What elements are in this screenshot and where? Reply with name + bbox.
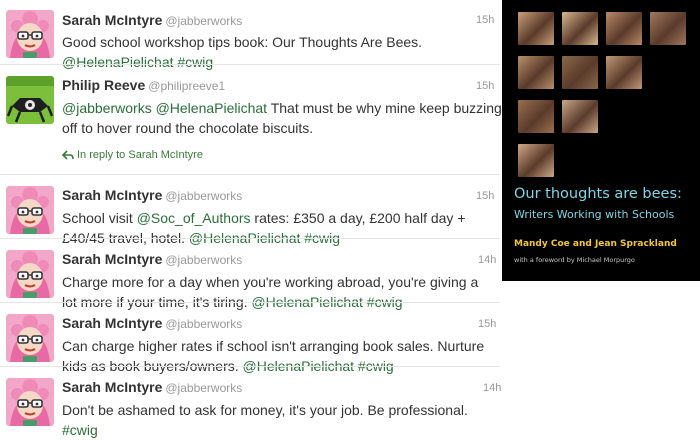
avatar[interactable] xyxy=(6,314,54,362)
timestamp[interactable]: 15h xyxy=(476,80,494,92)
tweet-text-segment: Good school workshop tips book: Our Thou… xyxy=(62,34,423,50)
hashtag-link[interactable]: #cwig xyxy=(62,422,98,438)
in-reply-to-link[interactable]: In reply to Sarah McIntyre xyxy=(61,149,203,161)
timestamp[interactable]: 15h xyxy=(476,190,494,202)
avatar[interactable] xyxy=(6,378,54,426)
author-handle[interactable]: @philipreeve1 xyxy=(148,79,225,93)
book-subtitle: Writers Working with Schools xyxy=(514,208,675,221)
cover-photo-thumbnail xyxy=(518,56,554,89)
tweet-divider xyxy=(0,302,500,303)
author-name[interactable]: Sarah McIntyre xyxy=(62,187,162,203)
tweet-text-segment: off to hover round the chocolate biscuit… xyxy=(62,120,314,136)
tweet-divider xyxy=(0,64,500,65)
tweet-text-line: School visit @Soc_of_Authors rates: £350… xyxy=(62,208,502,228)
cover-photo-thumbnail xyxy=(606,12,642,45)
avatar[interactable] xyxy=(6,250,54,298)
book-authors: Mandy Coe and Jean Sprackland xyxy=(514,239,677,249)
tweet-item[interactable]: Philip Reeve @philipreeve1 15h @jabberworks… xyxy=(0,64,502,174)
author-handle[interactable]: @jabberworks xyxy=(165,189,242,203)
tweet-text-line: Don't be ashamed to ask for money, it's … xyxy=(62,400,502,420)
book-cover-image: Our thoughts are bees: Writers Working w… xyxy=(502,0,700,281)
tweet-text-segment: Can charge higher rates if school isn't … xyxy=(62,338,485,354)
cover-photo-thumbnail xyxy=(606,56,642,89)
cover-photo-thumbnail xyxy=(518,100,554,133)
avatar[interactable] xyxy=(6,10,54,58)
tweet-divider xyxy=(0,238,500,239)
tweet-text: Don't be ashamed to ask for money, it's … xyxy=(62,400,502,440)
tweet-divider xyxy=(0,174,500,175)
reply-arrow-icon xyxy=(61,150,74,160)
tweet-text-line: #cwig xyxy=(62,420,502,440)
cover-photo-thumbnail xyxy=(650,12,686,45)
tweet-text-segment: Don't be ashamed to ask for money, it's … xyxy=(62,402,468,418)
tweet-item[interactable]: Sarah McIntyre @jabberworks 14h Don't be as… xyxy=(0,366,501,438)
tweet-text-segment: That must be why mine keep buzzing xyxy=(267,100,502,116)
cover-photo-thumbnail xyxy=(562,12,598,45)
tweet-text-line: off to hover round the chocolate biscuit… xyxy=(62,118,502,138)
tweet-item[interactable]: Sarah McIntyre @jabberworks 15h Can charge … xyxy=(0,302,502,374)
tweet-feed: Sarah McIntyre @jabberworks 15h Good school… xyxy=(0,0,502,438)
cover-photo-thumbnail xyxy=(562,100,598,133)
author-name[interactable]: Philip Reeve xyxy=(62,77,145,93)
timestamp[interactable]: 15h xyxy=(476,14,494,26)
cover-photo-thumbnail xyxy=(562,56,598,89)
tweet-text-line: Can charge higher rates if school isn't … xyxy=(62,336,502,356)
tweet-divider xyxy=(0,366,500,367)
cover-photo-thumbnail xyxy=(518,144,554,177)
timestamp[interactable]: 15h xyxy=(478,318,496,330)
tweet-item[interactable]: Sarah McIntyre @jabberworks 14h Charge more… xyxy=(0,238,502,310)
tweet-text-line: Good school workshop tips book: Our Thou… xyxy=(62,32,502,52)
author-handle[interactable]: @jabberworks xyxy=(165,381,242,395)
author-handle[interactable]: @jabberworks xyxy=(165,317,242,331)
timestamp[interactable]: 14h xyxy=(478,254,496,266)
tweet-text-segment: Charge more for a day when you're workin… xyxy=(62,274,479,290)
book-foreword: with a foreword by Michael Morpurgo xyxy=(514,256,635,264)
author-handle[interactable]: @jabberworks xyxy=(165,253,242,267)
tweet-item[interactable]: Sarah McIntyre @jabberworks 15h School visi… xyxy=(0,174,502,246)
tweet-text-segment: School visit xyxy=(62,210,137,226)
mention-link[interactable]: @Soc_of_Authors xyxy=(137,210,251,226)
book-title: Our thoughts are bees: xyxy=(514,186,682,202)
tweet-text-line: @jabberworks @HelenaPielichat That must … xyxy=(62,98,502,118)
tweet-item[interactable]: Sarah McIntyre @jabberworks 15h Good school… xyxy=(0,0,502,70)
author-name[interactable]: Sarah McIntyre xyxy=(62,315,162,331)
avatar[interactable] xyxy=(6,76,54,124)
tweet-text: @jabberworks @HelenaPielichat That must … xyxy=(62,98,502,138)
avatar[interactable] xyxy=(6,186,54,234)
author-name[interactable]: Sarah McIntyre xyxy=(62,12,162,28)
mention-link[interactable]: @HelenaPielichat xyxy=(156,100,268,116)
mention-link[interactable]: @jabberworks xyxy=(62,100,152,116)
tweet-text-line: Charge more for a day when you're workin… xyxy=(62,272,502,292)
cover-photo-thumbnail xyxy=(518,12,554,45)
author-handle[interactable]: @jabberworks xyxy=(165,14,242,28)
author-name[interactable]: Sarah McIntyre xyxy=(62,251,162,267)
tweet-text-segment: rates: £350 a day, £200 half day + xyxy=(250,210,466,226)
author-name[interactable]: Sarah McIntyre xyxy=(62,379,162,395)
timestamp[interactable]: 14h xyxy=(483,382,501,394)
in-reply-to-label[interactable]: In reply to Sarah McIntyre xyxy=(77,149,203,161)
